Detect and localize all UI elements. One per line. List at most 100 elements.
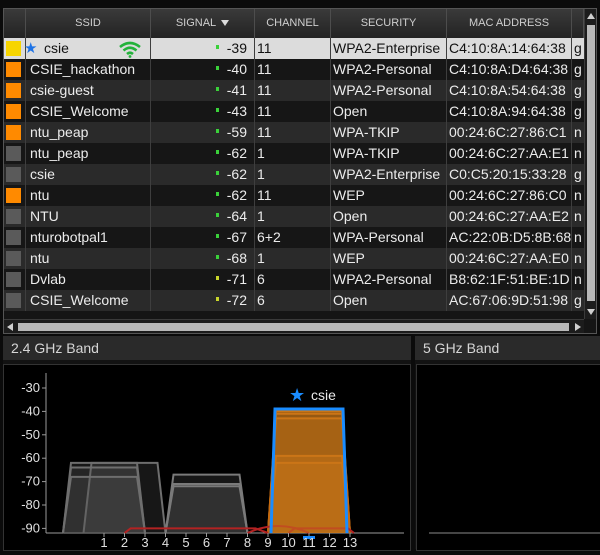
ssid-cell: CSIE_Welcome <box>30 292 129 308</box>
table-row[interactable]: ntu_peap -59 11 WPA-TKIP 00:24:6C:27:86:C1 n <box>4 122 584 143</box>
column-separator <box>446 248 447 269</box>
channel-cell: 11 <box>257 124 272 140</box>
column-separator <box>254 248 255 269</box>
table-row[interactable]: nturobotpal1 -67 6+2 WPA-Personal AC:22:0B:D… <box>4 227 584 248</box>
column-separator <box>446 101 447 122</box>
network-color-swatch <box>6 293 21 308</box>
extra-column-header[interactable] <box>572 9 584 38</box>
network-table: SSID SIGNAL CHANNEL SECURITY MAC ADDRESS… <box>3 8 597 334</box>
signal-indicator-icon <box>216 66 219 70</box>
column-separator <box>571 38 572 59</box>
column-separator <box>446 143 447 164</box>
favorite-star-icon[interactable]: ★ <box>24 39 37 58</box>
column-separator <box>150 227 151 248</box>
x-tick-label: 4 <box>162 535 169 550</box>
mac-column-header[interactable]: MAC ADDRESS <box>447 9 572 38</box>
signal-indicator-icon <box>216 234 219 238</box>
security-cell: WPA-TKIP <box>333 145 400 161</box>
band-24ghz-panel: 2.4 GHz Band -30 -40 -50 -60 -70 -80 -90 ★ csie 1… <box>3 336 411 551</box>
column-separator <box>25 80 26 101</box>
table-row[interactable]: CSIE_Welcome -43 11 Open C4:10:8A:94:64:38 g <box>4 101 584 122</box>
network-trace <box>164 485 249 534</box>
extra-cell: n <box>574 229 582 245</box>
scroll-left-arrow-icon[interactable] <box>7 323 13 331</box>
column-separator <box>446 164 447 185</box>
signal-cell: -43 <box>226 103 247 119</box>
network-color-swatch <box>6 62 21 77</box>
channel-cell: 11 <box>257 61 272 77</box>
y-tick-label: -70 <box>21 474 40 489</box>
signal-cell: -59 <box>226 124 247 140</box>
signal-cell: -71 <box>226 271 247 287</box>
vertical-scrollbar[interactable] <box>584 9 596 319</box>
signal-cell: -40 <box>226 61 247 77</box>
y-tick-label: -30 <box>21 380 40 395</box>
extra-cell: g <box>574 61 582 77</box>
column-separator <box>25 59 26 80</box>
extra-cell: n <box>574 187 582 203</box>
column-separator <box>150 59 151 80</box>
security-cell: WPA-Personal <box>333 229 424 245</box>
column-separator <box>150 164 151 185</box>
column-separator <box>25 143 26 164</box>
table-row[interactable]: csie -62 1 WPA2-Enterprise C0:C5:20:15:33:28… <box>4 164 584 185</box>
column-separator <box>254 143 255 164</box>
mac-cell: 00:24:6C:27:AA:E1 <box>449 145 569 161</box>
column-separator <box>571 122 572 143</box>
column-separator <box>446 38 447 59</box>
column-separator <box>254 101 255 122</box>
table-row[interactable]: ntu -62 11 WEP 00:24:6C:27:86:C0 n <box>4 185 584 206</box>
column-separator <box>330 80 331 101</box>
table-row[interactable]: CSIE_Welcome -72 6 Open AC:67:06:9D:51:98 g <box>4 290 584 311</box>
mac-cell: AC:67:06:9D:51:98 <box>449 292 569 308</box>
extra-cell: g <box>574 82 582 98</box>
extra-cell: n <box>574 124 582 140</box>
column-separator <box>254 59 255 80</box>
scroll-down-arrow-icon[interactable] <box>587 309 595 315</box>
x-tick-label: 6 <box>203 535 210 550</box>
scroll-right-arrow-icon[interactable] <box>575 323 581 331</box>
column-separator <box>25 227 26 248</box>
horizontal-scroll-thumb[interactable] <box>18 323 569 331</box>
column-separator <box>330 38 331 59</box>
mac-cell: C4:10:8A:54:64:38 <box>449 82 566 98</box>
table-row[interactable]: ntu_peap -62 1 WPA-TKIP 00:24:6C:27:AA:E1 n <box>4 143 584 164</box>
table-row[interactable]: ntu -68 1 WEP 00:24:6C:27:AA:E0 n <box>4 248 584 269</box>
column-separator <box>571 164 572 185</box>
column-separator <box>330 290 331 311</box>
ssid-cell: CSIE_Welcome <box>30 103 129 119</box>
color-column-header[interactable] <box>4 9 26 38</box>
column-separator <box>571 248 572 269</box>
security-column-header[interactable]: SECURITY <box>331 9 447 38</box>
ssid-column-header[interactable]: SSID <box>26 9 151 38</box>
security-cell: WPA2-Enterprise <box>333 40 441 56</box>
channel-graph-5ghz <box>429 532 600 534</box>
signal-column-header[interactable]: SIGNAL <box>151 9 255 38</box>
column-separator <box>254 122 255 143</box>
horizontal-scrollbar[interactable] <box>4 319 584 333</box>
table-row[interactable]: CSIE_hackathon -40 11 WPA2-Personal C4:10:8A… <box>4 59 584 80</box>
column-separator <box>25 101 26 122</box>
table-row[interactable]: Dvlab -71 6 WPA2-Personal B8:62:1F:51:BE:1D n <box>4 269 584 290</box>
table-row[interactable]: csie -39 11 WPA2-Enterprise C4:10:8A:14:64:3… <box>4 38 584 59</box>
extra-cell: n <box>574 208 582 224</box>
vertical-scroll-thumb[interactable] <box>587 25 595 301</box>
channel-column-header[interactable]: CHANNEL <box>255 9 331 38</box>
column-separator <box>254 80 255 101</box>
signal-indicator-icon <box>216 129 219 133</box>
column-separator <box>330 143 331 164</box>
column-separator <box>571 59 572 80</box>
table-row[interactable]: csie-guest -41 11 WPA2-Personal C4:10:8A:54:… <box>4 80 584 101</box>
security-cell: WPA2-Personal <box>333 271 432 287</box>
ssid-cell: ntu <box>30 250 50 266</box>
security-cell: Open <box>333 292 368 308</box>
network-color-swatch <box>6 230 21 245</box>
column-separator <box>571 80 572 101</box>
column-separator <box>25 290 26 311</box>
scroll-up-arrow-icon[interactable] <box>587 13 595 19</box>
column-separator <box>150 248 151 269</box>
mac-cell: C4:10:8A:14:64:38 <box>449 40 566 56</box>
mac-cell: C0:C5:20:15:33:28 <box>449 166 567 182</box>
network-color-swatch <box>6 209 21 224</box>
table-row[interactable]: NTU -64 1 Open 00:24:6C:27:AA:E2 n <box>4 206 584 227</box>
